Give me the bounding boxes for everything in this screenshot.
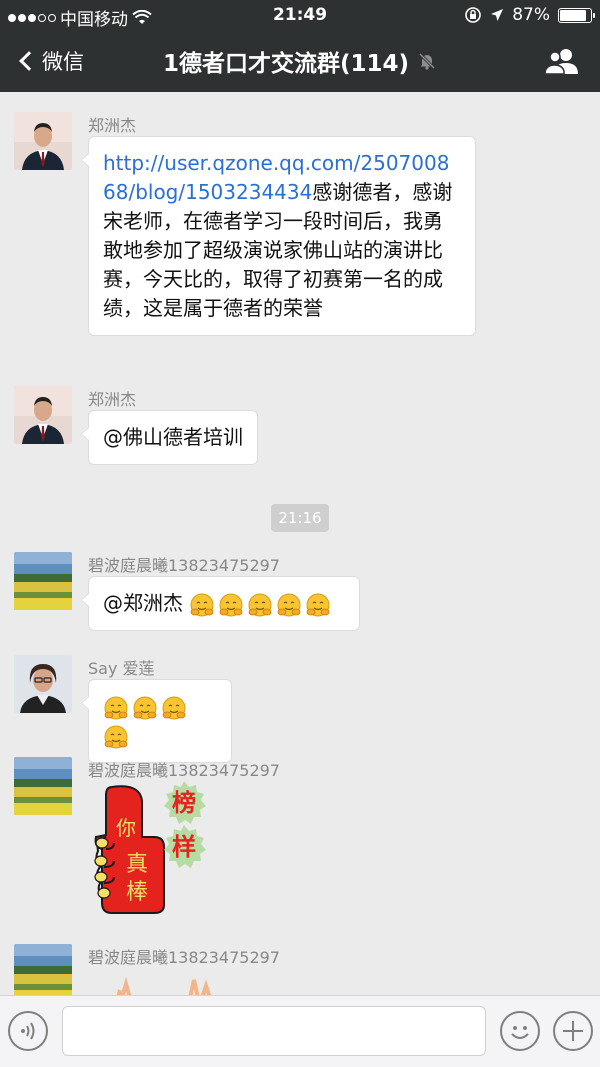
hug-emoji-icon: [248, 593, 272, 616]
sticker-badge-2: 样: [172, 833, 196, 861]
sender-name: 郑洲杰: [88, 390, 137, 409]
voice-icon: [21, 1022, 35, 1040]
thumbs-up-sticker[interactable]: 你 真 棒 榜 样: [92, 779, 218, 919]
plus-icon: [563, 1021, 583, 1041]
message-item: 碧波庭晨曦13823475297 你 真 棒 榜 样: [0, 757, 600, 917]
group-members-icon: [544, 49, 578, 75]
battery-icon: [558, 7, 595, 23]
hug-emoji-icon: [277, 593, 301, 616]
hug-emoji-icon: [133, 696, 157, 719]
hug-emoji-icon: [219, 593, 243, 616]
sticker-text-2: 真: [126, 852, 148, 877]
sender-name: 碧波庭晨曦13823475297: [88, 761, 280, 780]
message-text: @佛山德者培训: [103, 425, 243, 449]
emoji-button[interactable]: [500, 1011, 540, 1051]
hug-emoji-icon: [190, 593, 214, 616]
sticker-text-3: 棒: [126, 880, 148, 905]
hug-emoji-icon: [104, 725, 128, 748]
avatar[interactable]: [14, 655, 72, 713]
status-right: 87%: [464, 5, 595, 25]
message-bubble[interactable]: http://user.qzone.qq.com/250700868/blog/…: [81, 136, 476, 336]
sticker-partial[interactable]: [110, 974, 230, 995]
orientation-lock-icon: [465, 7, 482, 23]
voice-button[interactable]: [8, 1011, 48, 1051]
message-bubble[interactable]: @郑洲杰: [81, 576, 360, 631]
emoji-group: [103, 694, 190, 748]
group-members-button[interactable]: [542, 44, 582, 78]
nav-bar: 微信 1德者口才交流群(114): [0, 30, 600, 92]
message-item: 碧波庭晨曦13823475297 @郑洲杰: [0, 552, 600, 642]
avatar[interactable]: [14, 386, 72, 444]
message-bubble[interactable]: [81, 679, 232, 763]
avatar[interactable]: [14, 944, 72, 995]
status-bar: 中国移动 21:49 87%: [0, 0, 600, 30]
message-text: @郑洲杰: [103, 591, 190, 615]
hug-emoji-icon: [104, 696, 128, 719]
mute-bell-icon: [418, 52, 436, 70]
message-bubble[interactable]: @佛山德者培训: [81, 410, 258, 465]
message-item: 郑洲杰 http://user.qzone.qq.com/250700868/b…: [0, 112, 600, 372]
message-item: 郑洲杰 @佛山德者培训: [0, 386, 600, 466]
battery-fill: [560, 9, 587, 21]
message-input[interactable]: [62, 1006, 486, 1056]
sender-name: 碧波庭晨曦13823475297: [88, 948, 280, 967]
location-arrow-icon: [491, 9, 504, 21]
timestamp-chip: 21:16: [271, 504, 329, 532]
message-item: 碧波庭晨曦13823475297: [0, 944, 600, 995]
hug-emoji-icon: [162, 696, 186, 719]
input-bar: [0, 995, 600, 1067]
emoji-group: [189, 591, 334, 616]
battery-percent: 87%: [512, 5, 550, 25]
emoji-face-icon: [511, 1026, 529, 1039]
more-options-button[interactable]: [553, 1011, 593, 1051]
avatar[interactable]: [14, 757, 72, 815]
chat-title-bar: 1德者口才交流群(114): [0, 30, 600, 92]
chat-message-list[interactable]: 郑洲杰 http://user.qzone.qq.com/250700868/b…: [0, 92, 600, 995]
message-item: Say 爱莲: [0, 655, 600, 763]
sticker-badge-1: 榜: [172, 789, 196, 817]
chat-title: 1德者口才交流群(114): [162, 51, 410, 77]
sender-name: 碧波庭晨曦13823475297: [88, 556, 280, 575]
sender-name: Say 爱莲: [88, 659, 155, 678]
avatar[interactable]: [14, 112, 72, 170]
sender-name: 郑洲杰: [88, 116, 137, 135]
hug-emoji-icon: [306, 593, 330, 616]
sticker-text-1: 你: [116, 816, 136, 840]
avatar[interactable]: [14, 552, 72, 610]
